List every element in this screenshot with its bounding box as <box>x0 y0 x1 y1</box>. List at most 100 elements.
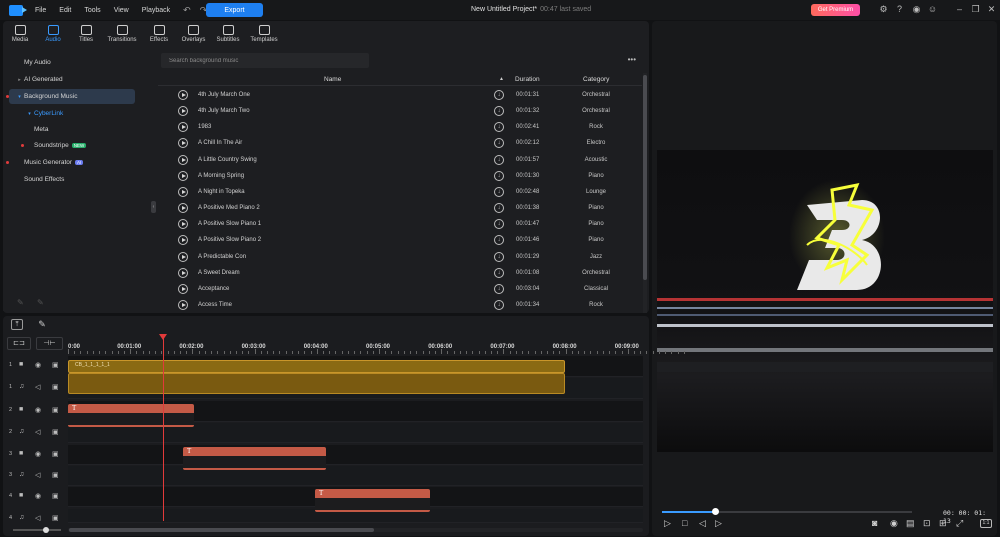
play-preview-icon[interactable] <box>178 106 188 117</box>
lock-icon[interactable]: ▣ <box>52 383 59 391</box>
tab-effects[interactable]: Effects <box>141 21 177 47</box>
table-row[interactable]: Access Time ↓ 00:01:34 Rock <box>158 297 642 313</box>
minimize-icon[interactable]: – <box>954 4 965 15</box>
table-row[interactable]: A Morning Spring ↓ 00:01:30 Piano <box>158 168 642 184</box>
safe-area-icon[interactable]: ⊞ <box>939 518 947 529</box>
settings-gear-icon[interactable]: ⚙ <box>878 4 889 15</box>
timeline-hscrollbar[interactable] <box>68 528 643 532</box>
volume-icon[interactable]: ◁ <box>35 471 40 479</box>
account-icon[interactable]: ☺ <box>927 4 938 15</box>
tab-media[interactable]: Media <box>3 21 37 47</box>
download-icon[interactable]: ↓ <box>494 203 504 214</box>
visibility-eye-icon[interactable]: ◉ <box>35 450 41 458</box>
menu-edit[interactable]: Edit <box>59 7 71 14</box>
seek-knob[interactable] <box>711 508 719 515</box>
sidebar-item-meta[interactable]: Meta <box>3 122 135 137</box>
sort-ascending-icon[interactable]: ▲ <box>499 76 504 82</box>
tab-overlays[interactable]: Overlays <box>177 21 210 47</box>
play-preview-icon[interactable] <box>178 235 188 246</box>
sidebar-item-ai-generated[interactable]: ▸ AI Generated <box>3 72 135 87</box>
play-preview-icon[interactable] <box>178 219 188 230</box>
download-icon[interactable]: ↓ <box>494 219 504 230</box>
menu-file[interactable]: File <box>35 7 46 14</box>
menu-playback[interactable]: Playback <box>142 7 170 14</box>
play-preview-icon[interactable] <box>178 170 188 181</box>
get-premium-button[interactable]: Get Premium <box>811 4 860 16</box>
scrollbar-thumb[interactable] <box>643 75 647 280</box>
pen-tool-icon[interactable]: ✎ <box>36 319 48 330</box>
table-row[interactable]: A Predictable Con ↓ 00:01:29 Jazz <box>158 249 642 265</box>
play-preview-icon[interactable] <box>178 154 188 165</box>
more-options-icon[interactable]: ••• <box>628 55 636 64</box>
lock-icon[interactable]: ▣ <box>52 361 59 369</box>
video-clip[interactable]: CB_1_1_1_1_1 <box>68 360 565 373</box>
timeline-lane[interactable] <box>68 466 643 486</box>
table-row[interactable]: A Positive Med Piano 2 ↓ 00:01:38 Piano <box>158 200 642 216</box>
sidebar-item-background-music[interactable]: ▾ Background Music <box>9 89 135 104</box>
notification-bell-icon[interactable]: ◉ <box>911 4 922 15</box>
column-name-header[interactable]: Name <box>324 76 341 83</box>
collapse-caret-icon[interactable]: ▾ <box>25 111 34 117</box>
table-row[interactable]: 1983 ↓ 00:02:41 Rock <box>158 119 642 135</box>
tab-transitions[interactable]: Transitions <box>103 21 141 47</box>
fit-timeline-button[interactable]: ⊏⊐ <box>7 337 31 350</box>
title-clip[interactable]: T <box>183 447 326 470</box>
tab-subtitles[interactable]: Subtitles <box>210 21 246 47</box>
download-icon[interactable]: ↓ <box>494 267 504 278</box>
play-preview-icon[interactable] <box>178 283 188 294</box>
lock-icon[interactable]: ▣ <box>52 514 59 522</box>
subtitle-toggle-icon[interactable]: ▤ <box>906 518 915 529</box>
lock-icon[interactable]: ▣ <box>52 471 59 479</box>
table-row[interactable]: A Positive Slow Piano 1 ↓ 00:01:47 Piano <box>158 216 642 232</box>
play-preview-icon[interactable] <box>178 122 188 133</box>
fullscreen-icon[interactable]: ⤢ <box>956 518 963 529</box>
menu-tools[interactable]: Tools <box>84 7 100 14</box>
help-icon[interactable]: ? <box>894 4 905 15</box>
record-icon[interactable]: ◉ <box>890 518 898 529</box>
edit-tool-icon[interactable]: ✎ <box>37 298 44 307</box>
maximize-icon[interactable]: ❐ <box>970 4 981 15</box>
play-preview-icon[interactable] <box>178 90 188 100</box>
collapse-caret-icon[interactable]: ▾ <box>15 94 24 100</box>
play-preview-icon[interactable] <box>178 299 188 310</box>
next-frame-icon[interactable]: ▷ <box>715 518 722 529</box>
sidebar-item-my-audio[interactable]: My Audio <box>3 55 135 70</box>
scrollbar-thumb[interactable] <box>69 528 374 532</box>
playhead-line[interactable] <box>163 335 164 521</box>
play-preview-icon[interactable] <box>178 138 188 149</box>
play-icon[interactable]: ▷ <box>664 518 671 529</box>
lock-icon[interactable]: ▣ <box>52 492 59 500</box>
download-icon[interactable]: ↓ <box>494 90 504 100</box>
lock-icon[interactable]: ▣ <box>52 406 59 414</box>
timeline-zoom-slider[interactable] <box>13 527 61 533</box>
previous-frame-icon[interactable]: ◁ <box>699 518 706 529</box>
play-preview-icon[interactable] <box>178 203 188 214</box>
play-preview-icon[interactable] <box>178 186 188 197</box>
column-category-header[interactable]: Category <box>583 76 609 83</box>
download-icon[interactable]: ↓ <box>494 122 504 133</box>
download-icon[interactable]: ↓ <box>494 138 504 149</box>
sidebar-item-music-generator[interactable]: Music Generator AI <box>3 155 135 170</box>
expand-caret-icon[interactable]: ▸ <box>15 77 24 83</box>
volume-icon[interactable]: ◁ <box>35 383 40 391</box>
table-row[interactable]: A Sweet Dream ↓ 00:01:08 Orchestral <box>158 265 642 281</box>
tab-templates[interactable]: Templates <box>246 21 282 47</box>
table-row[interactable]: 4th July March One ↓ 00:01:31 Orchestral <box>158 87 642 103</box>
playhead-marker[interactable] <box>159 334 167 340</box>
tab-titles[interactable]: Titles <box>69 21 103 47</box>
snapshot-camera-icon[interactable]: ◙ <box>872 518 877 528</box>
tab-audio[interactable]: Audio <box>37 21 69 47</box>
menu-view[interactable]: View <box>114 7 129 14</box>
title-clip[interactable]: T <box>315 489 430 512</box>
preview-seek-bar[interactable] <box>662 508 912 515</box>
timeline-lane[interactable] <box>68 445 643 465</box>
download-icon[interactable]: ↓ <box>494 186 504 197</box>
download-icon[interactable]: ↓ <box>494 154 504 165</box>
column-duration-header[interactable]: Duration <box>515 76 540 83</box>
table-row[interactable]: A Positive Slow Piano 2 ↓ 00:01:46 Piano <box>158 232 642 248</box>
lock-icon[interactable]: ▣ <box>52 450 59 458</box>
snap-toggle-button[interactable]: ⊣⊢ <box>36 337 63 350</box>
download-icon[interactable]: ↓ <box>494 299 504 310</box>
table-row[interactable]: A Little Country Swing ↓ 00:01:57 Acoustic <box>158 152 642 168</box>
download-icon[interactable]: ↓ <box>494 106 504 117</box>
